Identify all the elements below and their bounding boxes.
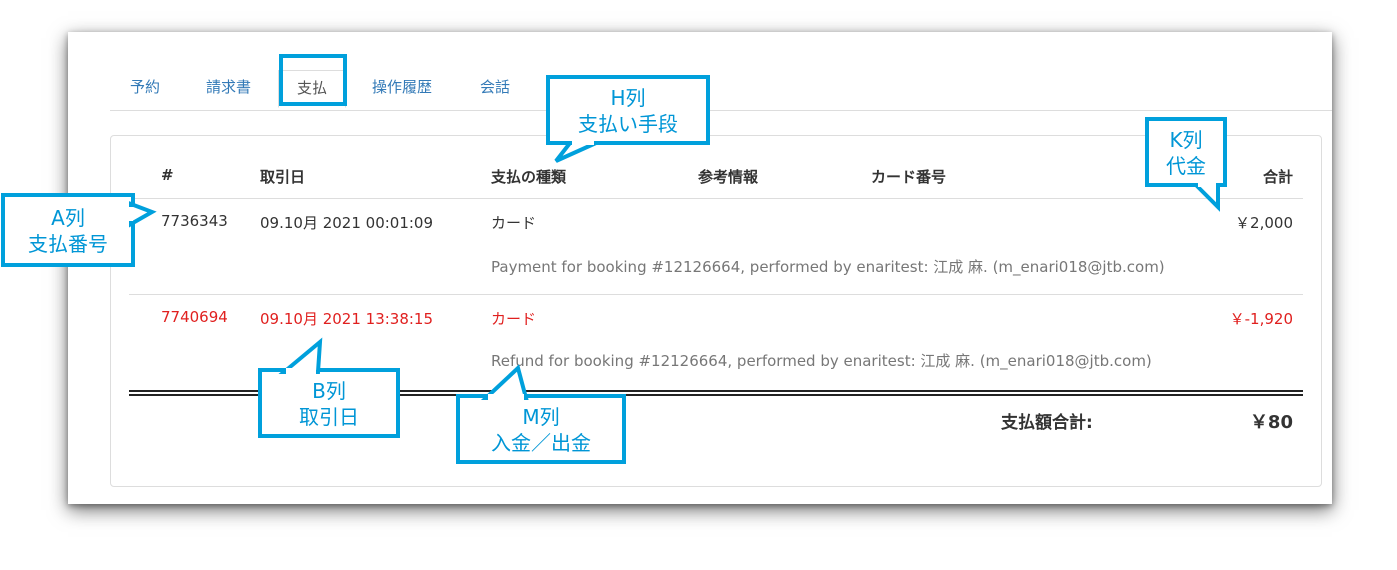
row2-amount: ￥-1,920: [1229, 310, 1293, 328]
row1-id: 7736343: [161, 212, 228, 230]
annotation-a-title: A列: [51, 206, 85, 230]
annotation-b: B列 取引日: [258, 368, 400, 438]
annotation-a: A列 支払番号: [1, 193, 135, 267]
header-divider: [129, 198, 1303, 199]
total-label: 支払額合計:: [1001, 413, 1093, 433]
annotation-a-label: 支払番号: [28, 232, 108, 256]
annotation-k-label: 代金: [1166, 154, 1206, 178]
annotation-h-tail: [554, 139, 597, 163]
annotation-k-title: K列: [1169, 128, 1203, 152]
annotation-h-title: H列: [610, 86, 646, 110]
row2-type: カード: [491, 310, 537, 328]
annotation-k-tail: [1191, 181, 1220, 212]
annotation-m-title: M列: [522, 405, 560, 429]
annotation-b-tail: [278, 337, 323, 376]
col-header-type: 支払の種類: [491, 168, 567, 186]
annotation-m-label: 入金／出金: [491, 431, 591, 455]
tab-invoice[interactable]: 請求書: [206, 76, 251, 97]
col-header-number: #: [161, 166, 174, 184]
row-divider: [129, 294, 1303, 295]
annotation-a-tail: [128, 201, 157, 228]
row1-amount: ￥2,000: [1235, 214, 1293, 232]
col-header-date: 取引日: [260, 168, 306, 186]
col-header-total: 合計: [1262, 168, 1293, 186]
tab-conversation[interactable]: 会話: [480, 76, 510, 97]
total-value: ￥80: [1249, 412, 1293, 433]
row1-description: Payment for booking #12126664, performed…: [491, 258, 1165, 276]
annotation-b-title: B列: [312, 379, 346, 403]
annotation-h: H列 支払い手段: [546, 75, 710, 145]
row2-date: 09.10月 2021 13:38:15: [260, 310, 434, 328]
row2-id: 7740694: [161, 308, 228, 326]
annotation-k: K列 代金: [1145, 117, 1227, 187]
annotation-b-label: 取引日: [299, 405, 359, 429]
row2-description: Refund for booking #12126664, performed …: [491, 352, 1152, 370]
tab-reservation[interactable]: 予約: [130, 76, 160, 97]
annotation-m: M列 入金／出金: [456, 394, 626, 464]
col-header-reference: 参考情報: [698, 168, 759, 186]
annotation-h-label: 支払い手段: [578, 112, 678, 136]
tab-operation-history[interactable]: 操作履歴: [372, 76, 432, 97]
annotation-m-tail: [480, 364, 529, 402]
row1-type: カード: [491, 214, 537, 232]
col-header-card-number: カード番号: [871, 168, 947, 186]
active-tab-highlight: [279, 54, 347, 106]
row1-date: 09.10月 2021 00:01:09: [260, 214, 434, 232]
